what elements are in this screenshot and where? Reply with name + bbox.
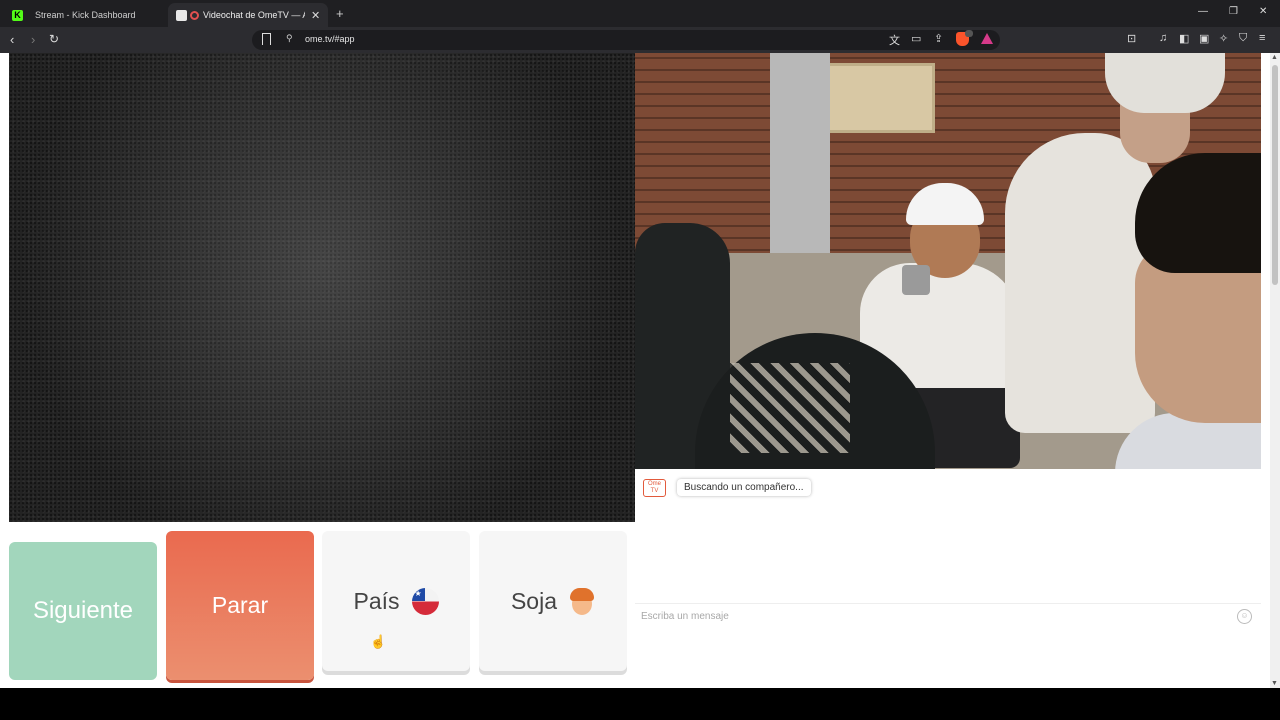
tab-title: Stream - Kick Dashboard <box>35 10 136 20</box>
kick-icon: K <box>12 9 23 21</box>
site-settings-icon[interactable]: ⚲ <box>286 33 293 44</box>
chat-input-row: ☺ <box>635 603 1261 628</box>
browser-tab-bar: K Stream - Kick Dashboard Videochat de O… <box>0 0 1280 27</box>
cast-icon[interactable]: ▭ <box>911 32 921 45</box>
video-person <box>1115 113 1261 522</box>
menu-icon[interactable]: ≡ <box>1259 32 1265 44</box>
close-tab-icon[interactable]: ✕ <box>311 9 320 22</box>
restore-button[interactable]: ❐ <box>1229 6 1238 17</box>
scroll-thumb[interactable] <box>1272 65 1278 285</box>
video-column <box>770 53 830 253</box>
chat-status-message: Buscando un compañero... <box>677 479 811 496</box>
tab-kick-dashboard[interactable]: K Stream - Kick Dashboard <box>4 3 164 27</box>
tab-ometv[interactable]: Videochat de OmeTV — Alte ✕ <box>168 3 328 27</box>
share-icon[interactable]: ⇪ <box>934 32 943 45</box>
scroll-down-icon[interactable]: ▼ <box>1271 680 1278 687</box>
bookmark-icon[interactable] <box>262 33 271 45</box>
reload-icon[interactable]: ↻ <box>49 32 59 46</box>
leo-ai-icon[interactable]: ✧ <box>1219 32 1228 45</box>
tab-title: Videochat de OmeTV — Alte <box>203 10 305 20</box>
boy-icon <box>569 587 595 615</box>
sidebar-icon[interactable]: ◧ <box>1179 32 1189 45</box>
brave-rewards-icon[interactable] <box>981 33 993 44</box>
screenshot-icon[interactable]: ⊡ <box>1127 32 1136 45</box>
ometv-icon <box>176 9 187 21</box>
vpn-icon[interactable]: ⛉ <box>1239 32 1247 45</box>
next-button[interactable]: Siguiente <box>9 542 157 680</box>
recording-icon <box>190 10 199 20</box>
next-button-label: Siguiente <box>32 597 134 624</box>
country-button[interactable]: País ★ <box>322 531 470 671</box>
shield-count-badge <box>965 30 973 37</box>
remote-video <box>635 53 1261 522</box>
emoji-icon[interactable]: ☺ <box>1237 609 1252 624</box>
translate-icon[interactable]: 文 <box>889 32 900 48</box>
address-bar[interactable]: ⚲ ome.tv/#app <box>252 30 1000 50</box>
country-button-label: País <box>353 587 400 614</box>
chile-flag-icon: ★ <box>411 587 439 615</box>
stop-button[interactable]: Parar <box>166 531 314 680</box>
local-video-static <box>9 53 635 522</box>
wallet-icon[interactable]: ▣ <box>1199 32 1209 45</box>
chat-message-input[interactable] <box>641 608 1221 625</box>
minimize-button[interactable]: — <box>1198 6 1208 17</box>
gender-button[interactable]: Soja <box>479 531 627 671</box>
page-scrollbar[interactable]: ▲ ▼ <box>1270 53 1280 688</box>
hand-cursor-icon: ☝ <box>370 634 387 649</box>
close-window-button[interactable]: ✕ <box>1259 6 1267 17</box>
ometv-logo: Ome TV <box>643 479 666 497</box>
gender-button-label: Soja <box>510 587 558 614</box>
browser-toolbar: ‹ › ↻ ⚲ ome.tv/#app 文 ▭ ⇪ ⊡ ♫ ◧ ▣ ✧ ⛉ ≡ <box>0 27 1280 53</box>
video-shelf <box>815 63 935 133</box>
forward-icon[interactable]: › <box>31 32 35 47</box>
stop-button-label: Parar <box>211 592 269 618</box>
url-text[interactable]: ome.tv/#app <box>305 34 355 44</box>
back-icon[interactable]: ‹ <box>10 32 14 47</box>
scroll-up-icon[interactable]: ▲ <box>1271 54 1278 61</box>
media-icon[interactable]: ♫ <box>1159 32 1167 44</box>
video-chair-back <box>730 363 850 453</box>
new-tab-button[interactable]: + <box>336 6 344 21</box>
